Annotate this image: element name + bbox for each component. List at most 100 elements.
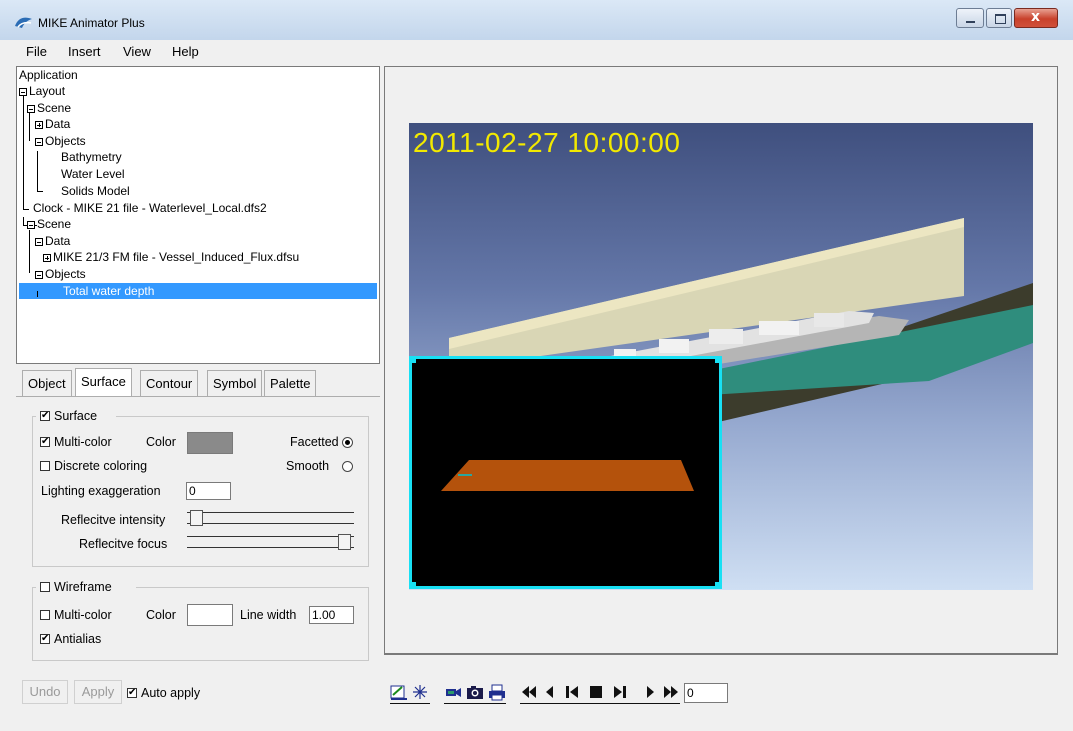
tools-underline bbox=[390, 703, 430, 704]
play-backward-icon[interactable] bbox=[563, 683, 581, 703]
wireframe-color-swatch[interactable] bbox=[187, 604, 233, 626]
menu-view[interactable]: View bbox=[123, 44, 151, 59]
resize-handle[interactable] bbox=[409, 356, 416, 363]
discrete-coloring-checkbox[interactable] bbox=[40, 461, 50, 471]
apply-button[interactable]: Apply bbox=[74, 680, 122, 704]
vessel-structure bbox=[814, 313, 844, 327]
minimize-button[interactable] bbox=[956, 8, 984, 28]
playback-underline bbox=[520, 703, 680, 704]
tree-item-solids-model[interactable]: Solids Model bbox=[61, 183, 130, 199]
close-button[interactable]: x bbox=[1014, 8, 1058, 28]
tree-item-data-2[interactable]: Data bbox=[35, 233, 70, 249]
expand-icon[interactable] bbox=[35, 120, 43, 129]
frame-number-input[interactable]: 0 bbox=[684, 683, 728, 703]
reflective-intensity-slider[interactable] bbox=[187, 512, 354, 524]
smooth-radio[interactable] bbox=[342, 461, 353, 472]
facetted-label: Facetted bbox=[290, 435, 339, 449]
depth-surface bbox=[441, 460, 694, 491]
tree-item-objects-2[interactable]: Objects bbox=[35, 266, 86, 282]
menu-bar: File Insert View Help bbox=[0, 40, 1073, 62]
tree-connector bbox=[37, 191, 43, 192]
tree-item-bathymetry[interactable]: Bathymetry bbox=[61, 149, 122, 165]
tab-object[interactable]: Object bbox=[22, 370, 72, 396]
tab-contour[interactable]: Contour bbox=[140, 370, 199, 396]
collapse-icon[interactable] bbox=[27, 104, 35, 113]
reflective-intensity-thumb[interactable] bbox=[190, 510, 204, 526]
resize-handle[interactable] bbox=[715, 582, 722, 589]
edit-layout-icon[interactable] bbox=[390, 683, 408, 703]
tree-connector bbox=[23, 217, 24, 225]
line-width-input[interactable]: 1.00 bbox=[309, 606, 354, 624]
wireframe-checkbox[interactable] bbox=[40, 582, 50, 592]
reflective-focus-slider[interactable] bbox=[187, 536, 354, 548]
vessel-structure bbox=[709, 329, 743, 344]
minimize-icon bbox=[966, 21, 975, 23]
tree-item-water-level[interactable]: Water Level bbox=[61, 166, 125, 182]
multicolor-checkbox[interactable]: ✔ bbox=[40, 437, 50, 447]
tree-item-application[interactable]: Application bbox=[19, 67, 78, 83]
maximize-icon bbox=[995, 14, 1006, 24]
tree-item-mike-file[interactable]: MIKE 21/3 FM file - Vessel_Induced_Flux.… bbox=[43, 249, 299, 265]
step-back-icon[interactable] bbox=[541, 683, 559, 703]
line-width-label: Line width bbox=[240, 608, 297, 622]
collapse-icon[interactable] bbox=[35, 270, 43, 279]
tree-item-objects[interactable]: Objects bbox=[35, 133, 86, 149]
stop-icon[interactable] bbox=[587, 683, 605, 703]
play-forward-icon[interactable] bbox=[611, 683, 629, 703]
tree-item-clock[interactable]: Clock - MIKE 21 file - Waterlevel_Local.… bbox=[33, 200, 267, 216]
surface-group-label: Surface bbox=[54, 409, 98, 423]
print-icon[interactable] bbox=[488, 683, 506, 703]
record-video-icon[interactable] bbox=[444, 683, 462, 703]
antialias-label: Antialias bbox=[54, 632, 102, 646]
vessel-structure bbox=[759, 321, 799, 335]
antialias-checkbox[interactable]: ✔ bbox=[40, 634, 50, 644]
inset-render bbox=[441, 460, 694, 491]
lighting-exaggeration-input[interactable]: 0 bbox=[186, 482, 231, 500]
tree-item-data[interactable]: Data bbox=[35, 116, 70, 132]
tree-connector bbox=[37, 291, 38, 297]
step-forward-icon[interactable] bbox=[641, 683, 659, 703]
wireframe-multicolor-label: Multi-color bbox=[54, 608, 112, 622]
expand-icon[interactable] bbox=[43, 253, 51, 262]
collapse-icon[interactable] bbox=[19, 87, 27, 96]
timestamp-overlay: 2011-02-27 10:00:00 bbox=[413, 127, 681, 158]
resize-handle[interactable] bbox=[715, 356, 722, 363]
collapse-icon[interactable] bbox=[35, 237, 43, 246]
tab-surface[interactable]: Surface bbox=[75, 368, 132, 397]
first-frame-icon[interactable] bbox=[520, 683, 538, 703]
collapse-icon[interactable] bbox=[35, 137, 43, 146]
wireframe-group-label: Wireframe bbox=[54, 580, 112, 594]
discrete-coloring-label: Discrete coloring bbox=[54, 459, 148, 473]
app-logo-icon bbox=[15, 17, 32, 28]
tree-connector bbox=[23, 209, 29, 210]
tree-item-scene[interactable]: Scene bbox=[27, 100, 71, 116]
surface-color-swatch[interactable] bbox=[187, 432, 233, 454]
reflective-focus-thumb[interactable] bbox=[337, 534, 351, 550]
wireframe-multicolor-checkbox[interactable] bbox=[40, 610, 50, 620]
tree-item-total-water-depth[interactable]: Total water depth bbox=[63, 283, 154, 299]
collapse-icon[interactable] bbox=[27, 220, 35, 229]
last-frame-icon[interactable] bbox=[662, 683, 680, 703]
inset-viewport[interactable] bbox=[409, 356, 722, 589]
undo-button[interactable]: Undo bbox=[22, 680, 68, 704]
auto-apply-checkbox[interactable]: ✔ bbox=[127, 688, 137, 698]
tree-item-layout[interactable]: Layout bbox=[19, 83, 65, 99]
layout-tree[interactable]: Application Layout Scene Data Objects Ba… bbox=[16, 66, 380, 364]
tree-connector bbox=[29, 113, 30, 141]
tree-item-scene-2[interactable]: Scene bbox=[27, 216, 71, 232]
tree-connector bbox=[37, 151, 38, 191]
close-icon: x bbox=[1031, 9, 1041, 25]
tab-palette[interactable]: Palette bbox=[264, 370, 317, 396]
pointer-icon[interactable] bbox=[411, 683, 429, 703]
surface-checkbox[interactable]: ✔ bbox=[40, 411, 50, 421]
snapshot-icon[interactable] bbox=[466, 683, 484, 703]
media-underline bbox=[444, 703, 506, 704]
resize-handle[interactable] bbox=[409, 582, 416, 589]
menu-help[interactable]: Help bbox=[172, 44, 199, 59]
reflective-intensity-label: Reflecitve intensity bbox=[61, 513, 166, 527]
menu-file[interactable]: File bbox=[26, 44, 47, 59]
menu-insert[interactable]: Insert bbox=[68, 44, 101, 59]
tab-symbol[interactable]: Symbol bbox=[207, 370, 263, 396]
maximize-button[interactable] bbox=[986, 8, 1012, 28]
facetted-radio[interactable] bbox=[342, 437, 353, 448]
